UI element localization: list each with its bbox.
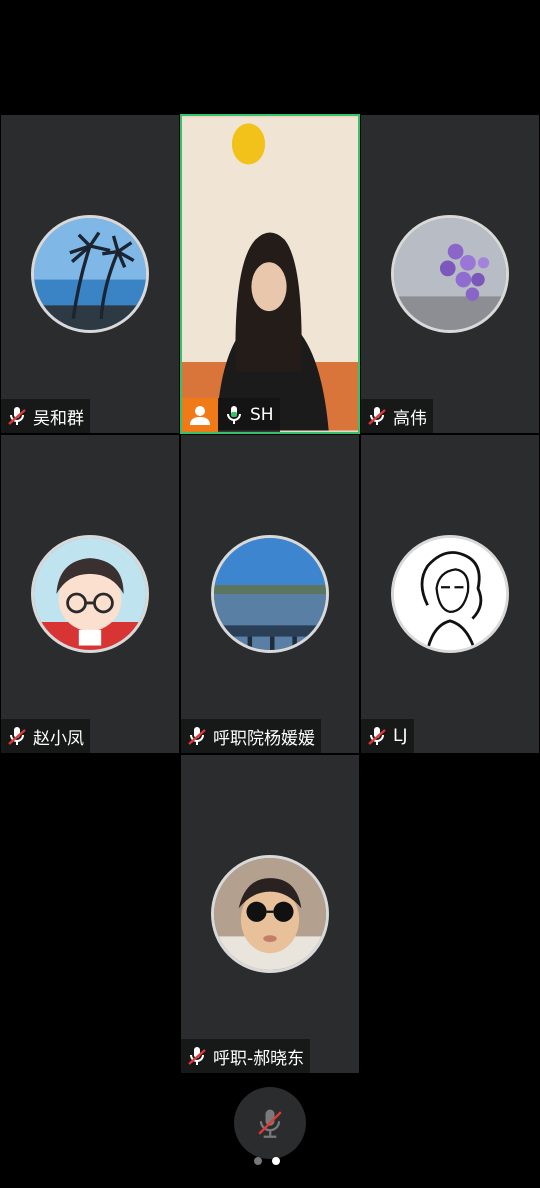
name-tag: SH: [218, 398, 280, 432]
page-dot-2[interactable]: [272, 1157, 280, 1165]
participant-tile-3[interactable]: 高伟: [361, 115, 539, 433]
video-feed: [182, 117, 358, 431]
page-dot-1[interactable]: [254, 1157, 262, 1165]
participant-tile-5[interactable]: 呼职院杨媛媛: [181, 435, 359, 753]
name-tag: 呼职-郝晓东: [181, 1039, 311, 1073]
host-badge: [182, 398, 218, 432]
participant-name: 高伟: [393, 408, 427, 429]
avatar: [391, 215, 509, 333]
participant-name: 呼职-郝晓东: [213, 1048, 305, 1069]
palm-trees-image: [34, 218, 146, 330]
avatar: [391, 535, 509, 653]
cartoon-boy-image: [34, 538, 146, 650]
meeting-gallery-screen: 吴和群 SH 高伟 赵小凤 呼职院杨媛媛 LJ 呼职-郝晓东: [0, 0, 540, 1188]
participant-tile-7[interactable]: 呼职-郝晓东: [181, 755, 359, 1073]
participant-name: 赵小凤: [33, 728, 84, 749]
page-indicator: [254, 1157, 280, 1165]
participant-name: 吴和群: [33, 408, 84, 429]
participant-name: 呼职院杨媛媛: [213, 728, 315, 749]
participant-name: LJ: [393, 726, 408, 746]
avatar: [211, 535, 329, 653]
child-sunglasses-image: [214, 858, 326, 970]
avatar: [31, 215, 149, 333]
mic-muted-icon: [188, 727, 206, 745]
host-user-icon: [190, 406, 210, 425]
mic-muted-icon: [368, 727, 386, 745]
lake-pier-image: [214, 538, 326, 650]
avatar: [211, 855, 329, 973]
mic-muted-icon: [8, 407, 26, 425]
name-tag: 高伟: [361, 399, 433, 433]
mute-toggle-button[interactable]: [234, 1087, 306, 1159]
participant-tile-active-speaker[interactable]: SH: [180, 114, 360, 434]
purple-flowers-image: [394, 218, 506, 330]
name-tag: LJ: [361, 719, 414, 753]
participant-tile-4[interactable]: 赵小凤: [1, 435, 179, 753]
name-tag: 呼职院杨媛媛: [181, 719, 321, 753]
name-tag: 赵小凤: [1, 719, 90, 753]
mic-muted-icon: [368, 407, 386, 425]
participant-name: SH: [250, 405, 274, 425]
participant-tile-6[interactable]: LJ: [361, 435, 539, 753]
line-drawing-image: [394, 538, 506, 650]
mic-muted-icon: [8, 727, 26, 745]
mic-muted-icon: [258, 1109, 282, 1138]
participant-tile-1[interactable]: 吴和群: [1, 115, 179, 433]
name-tag: 吴和群: [1, 399, 90, 433]
mic-muted-icon: [188, 1047, 206, 1065]
mic-active-icon: [227, 406, 241, 424]
avatar: [31, 535, 149, 653]
